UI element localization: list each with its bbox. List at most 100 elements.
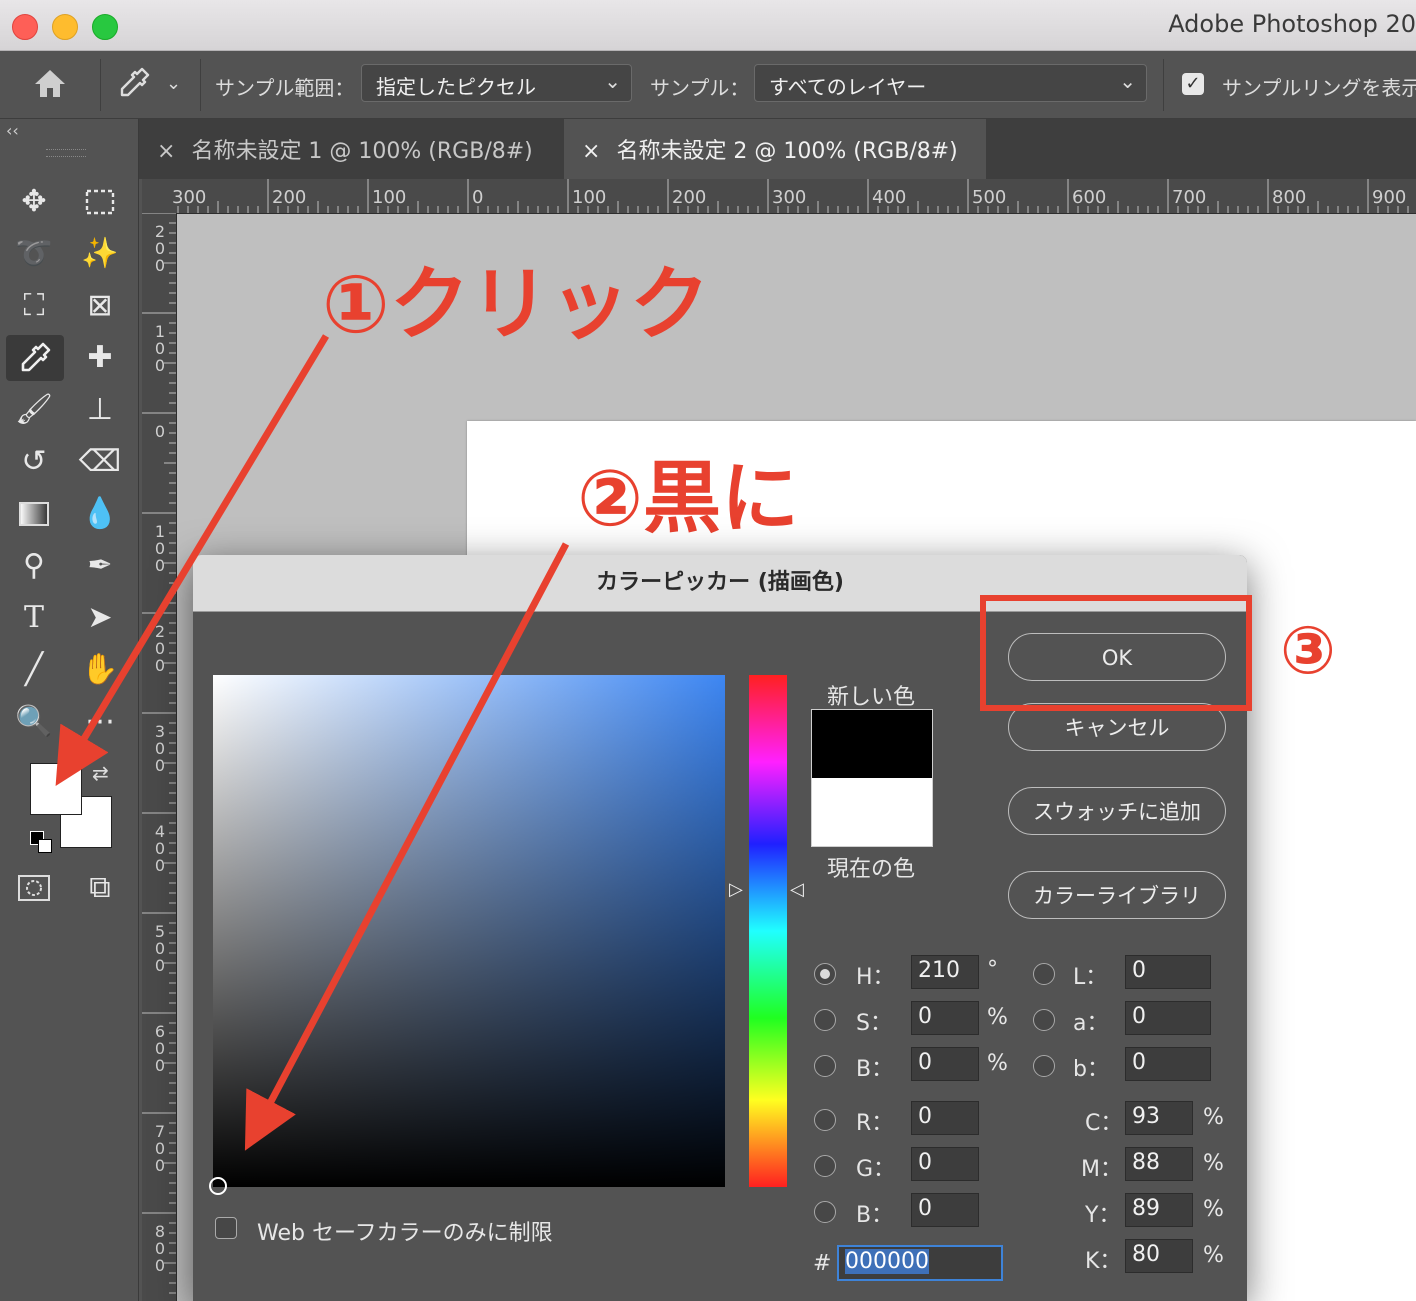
chevron-down-icon: ⌄ [1119, 69, 1136, 93]
show-sampling-ring-label: サンプルリングを表示 [1222, 76, 1416, 100]
crop-tool-icon[interactable]: ⛶ [10, 283, 58, 329]
label-k: K： [1085, 1249, 1122, 1274]
annotation-step1: ①クリック [322, 258, 710, 351]
web-safe-checkbox[interactable] [215, 1217, 237, 1239]
radio-l[interactable] [1033, 963, 1055, 985]
blur-tool-icon[interactable]: 💧 [76, 491, 124, 537]
move-tool-icon[interactable]: ✥ [10, 179, 58, 225]
minimize-window-button[interactable] [52, 14, 78, 40]
add-to-swatches-button[interactable]: スウォッチに追加 [1008, 787, 1226, 835]
ruler-label: 900 [1372, 187, 1407, 208]
line-tool-icon[interactable]: ╱ [10, 647, 58, 693]
hue-slider[interactable] [749, 675, 787, 1187]
screen-mode-icon[interactable]: ⧉ [76, 865, 124, 911]
eyedropper-icon[interactable] [116, 65, 152, 101]
eraser-tool-icon[interactable]: ⌫ [76, 439, 124, 485]
input-l[interactable]: 0 [1125, 955, 1211, 989]
collapse-panel-icon[interactable]: ‹‹ [6, 121, 19, 140]
zoom-tool-icon[interactable]: 🔍 [10, 699, 58, 745]
gradient-tool-icon[interactable] [10, 491, 58, 537]
radio-r[interactable] [814, 1109, 836, 1131]
type-tool-icon[interactable]: T [10, 595, 58, 641]
color-libraries-button[interactable]: カラーライブラリ [1008, 871, 1226, 919]
eyedropper-tool-icon[interactable] [6, 335, 64, 381]
dodge-tool-icon[interactable]: ⚲ [10, 543, 58, 589]
app-title: Adobe Photoshop 20 [1168, 10, 1416, 38]
path-selection-tool-icon[interactable]: ➤ [76, 595, 124, 641]
color-field[interactable] [213, 675, 725, 1187]
tab-document-1[interactable]: × 名称未設定 1 @ 100% (RGB/8#) [139, 119, 564, 179]
unit-s: % [987, 1005, 1008, 1030]
ruler-label: 300 [772, 187, 807, 208]
ruler-label: 200 [154, 622, 166, 675]
input-m[interactable]: 88 [1125, 1147, 1193, 1181]
clone-stamp-tool-icon[interactable]: ⊥ [76, 387, 124, 433]
input-s[interactable]: 0 [911, 1001, 979, 1035]
input-y[interactable]: 89 [1125, 1193, 1193, 1227]
brush-tool-icon[interactable]: 🖌 [10, 387, 58, 433]
label-a: a： [1073, 1011, 1109, 1036]
radio-h[interactable] [814, 963, 836, 985]
quick-mask-icon[interactable] [10, 865, 58, 911]
input-lab-b[interactable]: 0 [1125, 1047, 1211, 1081]
ruler-label: 800 [1272, 187, 1307, 208]
input-c[interactable]: 93 [1125, 1101, 1193, 1135]
ruler-label: 700 [1172, 187, 1207, 208]
radio-s[interactable] [814, 1009, 836, 1031]
input-rgb-b[interactable]: 0 [911, 1193, 979, 1227]
frame-tool-icon[interactable]: ⊠ [76, 283, 124, 329]
ruler-label: 0 [154, 422, 166, 441]
magic-wand-tool-icon[interactable]: ✨ [76, 231, 124, 277]
radio-g[interactable] [814, 1155, 836, 1177]
healing-brush-tool-icon[interactable]: ✚ [76, 335, 124, 381]
close-icon[interactable]: × [582, 139, 600, 164]
input-h[interactable]: 210 [911, 955, 979, 989]
lasso-tool-icon[interactable]: ➰ [10, 231, 58, 277]
input-k[interactable]: 80 [1125, 1239, 1193, 1273]
hue-slider-left-handle-icon[interactable]: ▷ [729, 879, 743, 900]
input-b[interactable]: 0 [911, 1047, 979, 1081]
chevron-down-icon[interactable]: ⌄ [166, 73, 181, 94]
foreground-color-swatch[interactable] [30, 763, 82, 815]
current-color-swatch[interactable] [812, 778, 932, 846]
marquee-tool-icon[interactable] [76, 179, 124, 225]
input-a[interactable]: 0 [1125, 1001, 1211, 1035]
swap-colors-icon[interactable]: ⇄ [92, 761, 109, 785]
input-r[interactable]: 0 [911, 1101, 979, 1135]
vertical-ruler[interactable]: 200 100 0 100 200 300 400 500 600 700 800 [142, 213, 177, 1301]
radio-a[interactable] [1033, 1009, 1055, 1031]
history-brush-tool-icon[interactable]: ↺ [10, 439, 58, 485]
hex-input[interactable]: 000000 [837, 1245, 1003, 1281]
tab-label: 名称未設定 1 @ 100% (RGB/8#) [191, 139, 533, 164]
sample-size-select[interactable]: 指定したピクセル ⌄ [361, 64, 632, 102]
show-sampling-ring-checkbox[interactable]: ✓ [1182, 73, 1204, 95]
sample-layers-select[interactable]: すべてのレイヤー ⌄ [754, 64, 1147, 102]
pen-tool-icon[interactable]: ✒ [76, 543, 124, 589]
annotation-ok-highlight [980, 595, 1252, 711]
hand-tool-icon[interactable]: ✋ [76, 647, 124, 693]
tools-panel: ‹‹ ✥ ➰ ✨ ⛶ ⊠ ✚ 🖌 ⊥ ↺ ⌫ 💧 ⚲ ✒ T ➤ ╱ ✋ 🔍 ⋯… [0, 119, 139, 1301]
ruler-origin[interactable] [142, 179, 176, 213]
label-r: R： [856, 1111, 894, 1136]
hex-value: 000000 [845, 1249, 929, 1274]
horizontal-ruler[interactable]: 300 200 100 0 100 200 300 400 500 600 700 800 900 [172, 179, 1416, 214]
ruler-label: 500 [154, 922, 166, 975]
radio-b[interactable] [814, 1055, 836, 1077]
tab-document-2[interactable]: × 名称未設定 2 @ 100% (RGB/8#) [564, 119, 986, 179]
panel-grip[interactable] [46, 149, 86, 157]
radio-rgb-b[interactable] [814, 1201, 836, 1223]
unit-b: % [987, 1051, 1008, 1076]
color-field-marker[interactable] [209, 1177, 227, 1195]
label-l: L： [1073, 965, 1108, 990]
hue-slider-right-handle-icon[interactable]: ◁ [790, 879, 804, 900]
new-color-swatch [812, 710, 932, 778]
home-icon[interactable] [32, 65, 68, 101]
zoom-window-button[interactable] [92, 14, 118, 40]
radio-lab-b[interactable] [1033, 1055, 1055, 1077]
close-window-button[interactable] [12, 14, 38, 40]
more-tools-icon[interactable]: ⋯ [76, 699, 124, 745]
ruler-label: 100 [154, 522, 166, 575]
close-icon[interactable]: × [157, 139, 175, 164]
hex-prefix: # [813, 1251, 832, 1276]
input-g[interactable]: 0 [911, 1147, 979, 1181]
